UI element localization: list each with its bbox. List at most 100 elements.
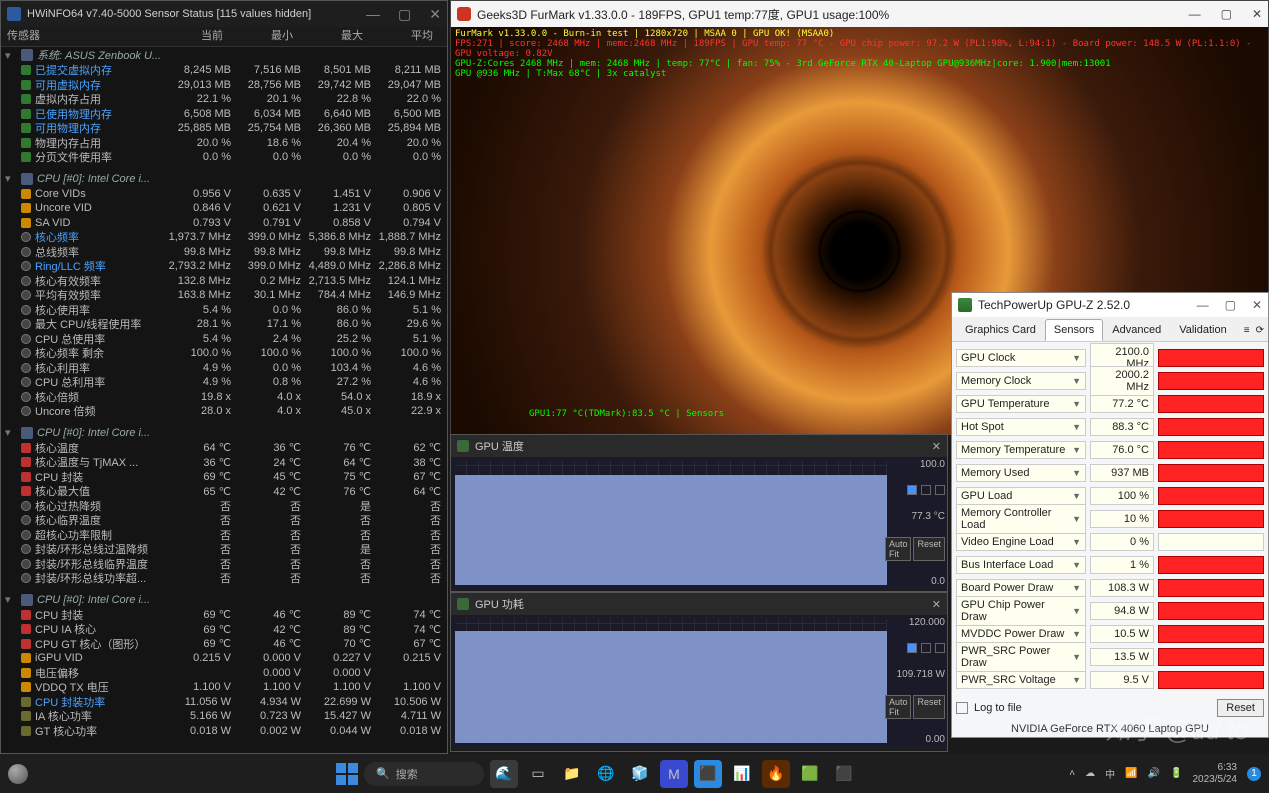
gpuz-sensor-label[interactable]: Board Power Draw▼ [956, 579, 1086, 597]
sensor-row[interactable]: 可用物理内存25,885 MB25,754 MB26,360 MB25,894 … [1, 121, 447, 136]
chevron-down-icon[interactable]: ▼ [1072, 422, 1081, 432]
col-current[interactable]: 当前 [159, 27, 229, 46]
gpuz-sensor-label[interactable]: GPU Load▼ [956, 487, 1086, 505]
gpuz-sensor-label[interactable]: MVDDC Power Draw▼ [956, 625, 1086, 643]
gpu-temp-titlebar[interactable]: GPU 温度 ✕ [451, 435, 947, 457]
hwinfo-taskbar-icon[interactable]: 📊 [728, 760, 756, 788]
chevron-down-icon[interactable]: ▼ [1072, 399, 1081, 409]
refresh-icon[interactable]: ⟳ [1256, 325, 1264, 336]
search-box[interactable]: 🔍 搜索 [364, 762, 484, 786]
chevron-down-icon[interactable]: ▼ [1072, 629, 1081, 639]
tab-advanced[interactable]: Advanced [1103, 319, 1170, 341]
sensor-row[interactable]: 核心倍频19.8 x4.0 x54.0 x18.9 x [1, 390, 447, 405]
close-icon[interactable]: ✕ [932, 598, 941, 611]
sensor-row[interactable]: 核心温度与 TjMAX ...36 ℃24 ℃64 ℃38 ℃ [1, 455, 447, 470]
sensor-row[interactable]: 已提交虚拟内存8,245 MB7,516 MB8,501 MB8,211 MB [1, 63, 447, 78]
notification-badge[interactable]: 1 [1247, 767, 1261, 781]
store-icon[interactable]: 🧊 [626, 760, 654, 788]
sensor-row[interactable]: CPU 封装69 ℃45 ℃75 ℃67 ℃ [1, 470, 447, 485]
sensor-row[interactable]: Uncore VID0.846 V0.621 V1.231 V0.805 V [1, 201, 447, 216]
col-avg[interactable]: 平均 [369, 27, 439, 46]
gpuz-sensor-label[interactable]: Bus Interface Load▼ [956, 556, 1086, 574]
sensor-row[interactable]: 核心过热降频否否是否 [1, 499, 447, 514]
sensor-row[interactable]: GT 核心功率0.018 W0.002 W0.044 W0.018 W [1, 724, 447, 739]
close-icon[interactable]: ✕ [932, 440, 941, 453]
system-tray[interactable]: ˄ ☁ 中 📶 🔊 🔋 6:33 2023/5/24 1 [1069, 762, 1261, 786]
sensor-row[interactable]: IA 核心功率5.166 W0.723 W15.427 W4.711 W [1, 709, 447, 724]
col-min[interactable]: 最小 [229, 27, 299, 46]
reset-button[interactable]: Reset [913, 695, 945, 719]
autofit-button[interactable]: Auto Fit [885, 695, 912, 719]
sensor-row[interactable]: 核心频率 剩余100.0 %100.0 %100.0 %100.0 % [1, 346, 447, 361]
sensor-row[interactable]: 封装/环形总线临界温度否否否否 [1, 557, 447, 572]
chevron-down-icon[interactable]: ▼ [1072, 537, 1081, 547]
sensor-group[interactable]: ▾CPU [#0]: Intel Core i... [1, 425, 447, 441]
sensor-row[interactable]: CPU 总使用率5.4 %2.4 %25.2 %5.1 % [1, 332, 447, 347]
maximize-icon[interactable]: ▢ [398, 6, 411, 23]
sensor-row[interactable]: SA VID0.793 V0.791 V0.858 V0.794 V [1, 216, 447, 231]
minimize-icon[interactable]: — [1197, 298, 1209, 312]
sensor-group[interactable]: ▾CPU [#0]: Intel Core i... [1, 592, 447, 608]
sensor-row[interactable]: Ring/LLC 频率2,793.2 MHz399.0 MHz4,489.0 M… [1, 259, 447, 274]
sensor-group[interactable]: ▾CPU [#0]: Intel Core i... [1, 171, 447, 187]
taskbar-app-3[interactable]: ⬛ [694, 760, 722, 788]
gpuz-taskbar-icon[interactable]: 🟩 [796, 760, 824, 788]
gpuz-sensor-label[interactable]: Memory Controller Load▼ [956, 504, 1086, 534]
taskview-icon[interactable]: ▭ [524, 760, 552, 788]
gpuz-sensor-label[interactable]: Video Engine Load▼ [956, 533, 1086, 551]
weather-widget-icon[interactable] [8, 764, 28, 784]
gpuz-sensor-label[interactable]: GPU Temperature▼ [956, 395, 1086, 413]
maximize-icon[interactable]: ▢ [1221, 7, 1232, 21]
sensor-row[interactable]: 分页文件使用率0.0 %0.0 %0.0 %0.0 % [1, 150, 447, 165]
onedrive-icon[interactable]: ☁ [1085, 768, 1095, 779]
sensor-row[interactable]: 核心最大值65 ℃42 ℃76 ℃64 ℃ [1, 484, 447, 499]
furmark-titlebar[interactable]: Geeks3D FurMark v1.33.0.0 - 189FPS, GPU1… [451, 1, 1268, 27]
taskbar-app-6[interactable]: ⬛ [830, 760, 858, 788]
clock[interactable]: 6:33 2023/5/24 [1193, 762, 1238, 786]
sensor-row[interactable]: 核心温度64 ℃36 ℃76 ℃62 ℃ [1, 441, 447, 456]
battery-icon[interactable]: 🔋 [1170, 768, 1182, 779]
sensor-row[interactable]: CPU 总利用率4.9 %0.8 %27.2 %4.6 % [1, 375, 447, 390]
close-icon[interactable]: ✕ [1252, 298, 1262, 312]
sensor-row[interactable]: CPU IA 核心69 ℃42 ℃89 ℃74 ℃ [1, 622, 447, 637]
sensor-row[interactable]: 电压偏移0.000 V0.000 V [1, 666, 447, 681]
sensor-row[interactable]: 总线频率99.8 MHz99.8 MHz99.8 MHz99.8 MHz [1, 245, 447, 260]
sensor-row[interactable]: 超核心功率限制否否否否 [1, 528, 447, 543]
chevron-down-icon[interactable]: ▼ [1072, 560, 1081, 570]
sensor-row[interactable]: CPU GT 核心（图形）69 ℃46 ℃70 ℃67 ℃ [1, 637, 447, 652]
chevron-down-icon[interactable]: ▼ [1072, 353, 1081, 363]
minimize-icon[interactable]: — [1189, 7, 1201, 21]
minimize-icon[interactable]: — [366, 6, 380, 23]
chevron-down-icon[interactable]: ▼ [1072, 491, 1081, 501]
sensor-row[interactable]: Uncore 倍频28.0 x4.0 x45.0 x22.9 x [1, 404, 447, 419]
sensor-group[interactable]: ▾系统: ASUS Zenbook U... [1, 47, 447, 63]
autofit-button[interactable]: Auto Fit [885, 537, 912, 561]
sensor-row[interactable]: 最大 CPU/线程使用率28.1 %17.1 %86.0 %29.6 % [1, 317, 447, 332]
sensor-row[interactable]: 核心临界温度否否否否 [1, 513, 447, 528]
gpuz-sensor-label[interactable]: GPU Chip Power Draw▼ [956, 596, 1086, 626]
tab-sensors[interactable]: Sensors [1045, 319, 1103, 341]
col-sensor[interactable]: 传感器 [1, 27, 159, 46]
col-max[interactable]: 最大 [299, 27, 369, 46]
chevron-up-icon[interactable]: ˄ [1069, 768, 1075, 779]
close-icon[interactable]: ✕ [1252, 7, 1262, 21]
chevron-down-icon[interactable]: ▼ [1072, 376, 1081, 386]
sensor-row[interactable]: 封装/环形总线过温降频否否是否 [1, 542, 447, 557]
chevron-down-icon[interactable]: ▼ [1072, 652, 1081, 662]
sensor-row[interactable]: 已使用物理内存6,508 MB6,034 MB6,640 MB6,500 MB [1, 107, 447, 122]
gpuz-sensor-label[interactable]: Memory Clock▼ [956, 372, 1086, 390]
sensor-row[interactable]: Core VIDs0.956 V0.635 V1.451 V0.906 V [1, 187, 447, 202]
start-button[interactable] [336, 763, 358, 785]
sensor-row[interactable]: 核心利用率4.9 %0.0 %103.4 %4.6 % [1, 361, 447, 376]
gpuz-sensor-label[interactable]: Memory Used▼ [956, 464, 1086, 482]
sensor-row[interactable]: CPU 封装69 ℃46 ℃89 ℃74 ℃ [1, 608, 447, 623]
chevron-down-icon[interactable]: ▼ [1072, 675, 1081, 685]
hwinfo-titlebar[interactable]: HWiNFO64 v7.40-5000 Sensor Status [115 v… [1, 1, 447, 27]
taskbar-app-2[interactable]: M [660, 760, 688, 788]
sensor-row[interactable]: VDDQ TX 电压1.100 V1.100 V1.100 V1.100 V [1, 680, 447, 695]
chevron-down-icon[interactable]: ▼ [1072, 445, 1081, 455]
reset-button[interactable]: Reset [913, 537, 945, 561]
edge-icon[interactable]: 🌐 [592, 760, 620, 788]
sensor-row[interactable]: 封装/环形总线功率超...否否否否 [1, 571, 447, 586]
gpuz-sensor-label[interactable]: Memory Temperature▼ [956, 441, 1086, 459]
